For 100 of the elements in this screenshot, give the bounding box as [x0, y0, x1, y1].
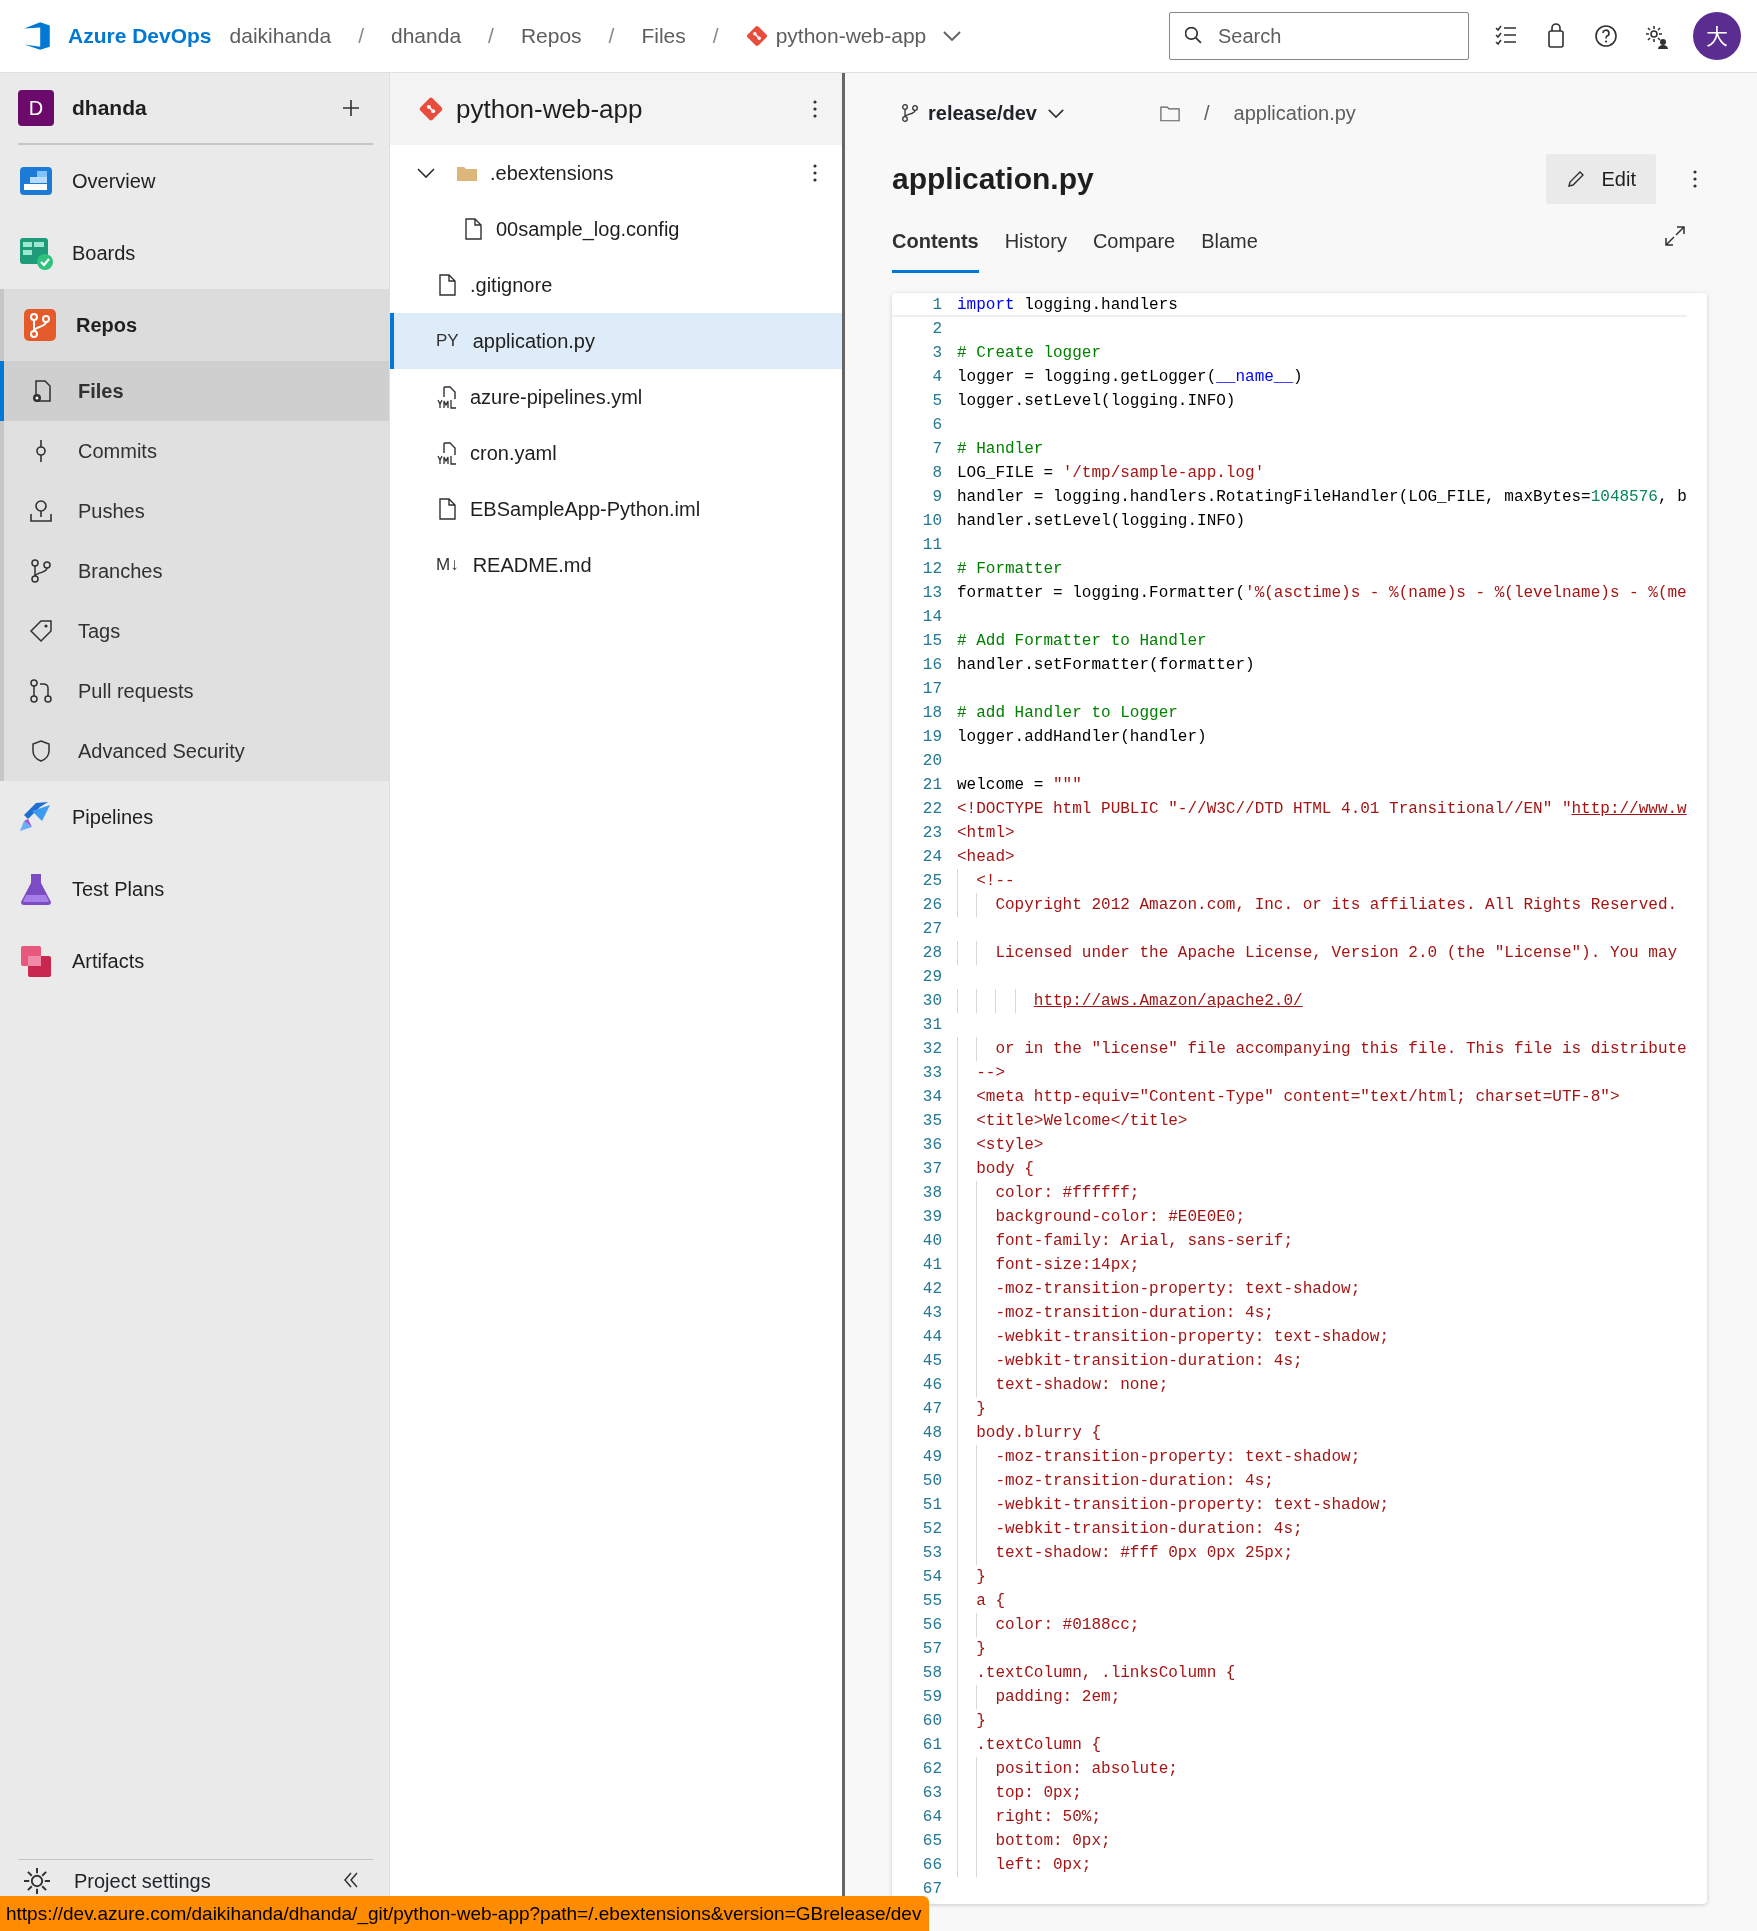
breadcrumb-link[interactable]: dhanda: [391, 20, 462, 52]
line-number: 51: [921, 1495, 943, 1516]
nav-item[interactable]: Test Plans: [0, 853, 389, 925]
breadcrumb-link[interactable]: daikihanda: [229, 20, 332, 52]
tab[interactable]: Blame: [1201, 216, 1258, 273]
line-number: 66: [921, 1855, 943, 1876]
app-name[interactable]: Azure DevOps: [68, 20, 212, 52]
line-number: 33: [921, 1063, 943, 1084]
tree-item[interactable]: .gitignore: [390, 257, 842, 313]
line-number: 27: [921, 919, 943, 940]
breadcrumb-separator: /: [488, 23, 494, 50]
expand-icon[interactable]: [1664, 225, 1686, 247]
line-number: 57: [921, 1639, 943, 1660]
file-name[interactable]: 00sample_log.config: [496, 214, 680, 244]
nav-subitem[interactable]: Pushes: [4, 481, 389, 541]
breadcrumb-separator: /: [608, 23, 615, 50]
code-line: welcome = """: [957, 775, 1082, 796]
file-name[interactable]: .gitignore: [470, 270, 553, 300]
nav-item[interactable]: Artifacts: [0, 925, 389, 997]
nav-item[interactable]: Boards: [0, 217, 389, 289]
chevron-down-icon[interactable]: [942, 30, 963, 42]
branch-selector[interactable]: release/dev: [920, 98, 1065, 128]
tree-item[interactable]: M↓ README.md: [390, 537, 842, 593]
plus-icon[interactable]: [341, 98, 361, 118]
more-icon[interactable]: [812, 163, 818, 183]
project-name[interactable]: dhanda: [72, 92, 147, 124]
nav-item[interactable]: Overview: [0, 145, 389, 217]
line-number: 11: [921, 535, 943, 556]
folder-icon[interactable]: [1160, 104, 1180, 122]
line-number: 44: [921, 1327, 943, 1348]
breadcrumb-link[interactable]: python-web-app: [775, 20, 927, 52]
file-name[interactable]: azure-pipelines.yml: [470, 382, 643, 412]
more-icon[interactable]: [1692, 169, 1698, 189]
tree-item[interactable]: PY application.py: [390, 313, 842, 369]
project-settings-link[interactable]: Project settings: [18, 1866, 211, 1896]
pencil-icon: [1565, 169, 1586, 189]
code-line: logger.setLevel(logging.INFO): [957, 391, 1236, 412]
nav-subitem[interactable]: Files: [0, 361, 389, 421]
nav-subitem[interactable]: Pull requests: [4, 661, 389, 721]
tree-item[interactable]: EBSampleApp-Python.iml: [390, 481, 842, 537]
search-field[interactable]: Search: [1169, 12, 1469, 60]
more-icon[interactable]: [812, 99, 818, 119]
code-line: # Create logger: [957, 343, 1102, 364]
tag-icon: [28, 618, 54, 644]
nav-subitem[interactable]: Tags: [4, 601, 389, 661]
code-line: <!DOCTYPE html PUBLIC "-//W3C//DTD HTML 4.01 Transitional//EN" "http://www.w: [957, 799, 1687, 820]
boards-icon: [18, 235, 54, 271]
line-number: 2: [931, 319, 943, 340]
branch-icon: [28, 558, 54, 584]
line-number: 29: [921, 967, 943, 988]
line-number: 48: [921, 1423, 943, 1444]
tab[interactable]: History: [1004, 216, 1067, 273]
nav-subitem[interactable]: Branches: [4, 541, 389, 601]
chevron-down-icon: [1047, 107, 1065, 119]
file-name[interactable]: cron.yaml: [470, 438, 557, 468]
tree-item[interactable]: .ebextensions: [390, 145, 842, 201]
repos-icon: [22, 307, 58, 343]
file-name[interactable]: .ebextensions: [490, 158, 614, 188]
nav-subitem[interactable]: Commits: [4, 421, 389, 481]
path-separator: /: [1204, 101, 1210, 126]
code-line: formatter = logging.Formatter('%(asctime)s - %(name)s - %(levelname)s - %(me: [957, 583, 1687, 604]
user-avatar[interactable]: 大: [1693, 12, 1741, 60]
file-name[interactable]: application.py: [472, 326, 595, 356]
line-number: 1: [931, 295, 943, 316]
line-number: 49: [921, 1447, 943, 1468]
yaml-file-icon: [436, 441, 458, 465]
line-number: 35: [921, 1111, 943, 1132]
breadcrumb-link[interactable]: Repos: [520, 20, 582, 52]
file-type-icon: M↓: [436, 552, 459, 578]
line-number: 58: [921, 1663, 943, 1684]
line-number: 47: [921, 1399, 943, 1420]
nav-item[interactable]: Pipelines: [0, 781, 389, 853]
nav-item[interactable]: Repos: [4, 289, 389, 361]
line-number: 10: [921, 511, 943, 532]
line-number: 30: [921, 991, 943, 1012]
line-number: 37: [921, 1159, 943, 1180]
settings-icon[interactable]: [1643, 23, 1669, 49]
line-number: 6: [931, 415, 943, 436]
code-line: # Handler: [957, 439, 1044, 460]
code-line: LOG_FILE = '/tmp/sample-app.log': [957, 463, 1265, 484]
line-number: 59: [921, 1687, 943, 1708]
pull-request-icon: [28, 678, 54, 704]
breadcrumb-link[interactable]: Files: [641, 20, 686, 52]
tab[interactable]: Contents: [892, 216, 979, 273]
edit-button[interactable]: Edit: [1545, 154, 1656, 204]
file-name[interactable]: README.md: [472, 550, 592, 580]
tab[interactable]: Compare: [1092, 216, 1176, 273]
help-icon[interactable]: [1593, 23, 1619, 49]
tree-item[interactable]: cron.yaml: [390, 425, 842, 481]
line-number: 40: [921, 1231, 943, 1252]
line-number: 41: [921, 1255, 943, 1276]
tree-item[interactable]: azure-pipelines.yml: [390, 369, 842, 425]
collapse-icon[interactable]: [341, 1870, 361, 1890]
nav-subitem[interactable]: Advanced Security: [4, 721, 389, 781]
tree-item[interactable]: 00sample_log.config: [390, 201, 842, 257]
line-number: 25: [921, 871, 943, 892]
file-name[interactable]: EBSampleApp-Python.iml: [470, 494, 701, 524]
code-line: handler = logging.handlers.RotatingFileHandler(LOG_FILE, maxBytes=1048576, b: [957, 487, 1687, 508]
settings-icon: [24, 1868, 50, 1894]
line-number: 9: [931, 487, 943, 508]
